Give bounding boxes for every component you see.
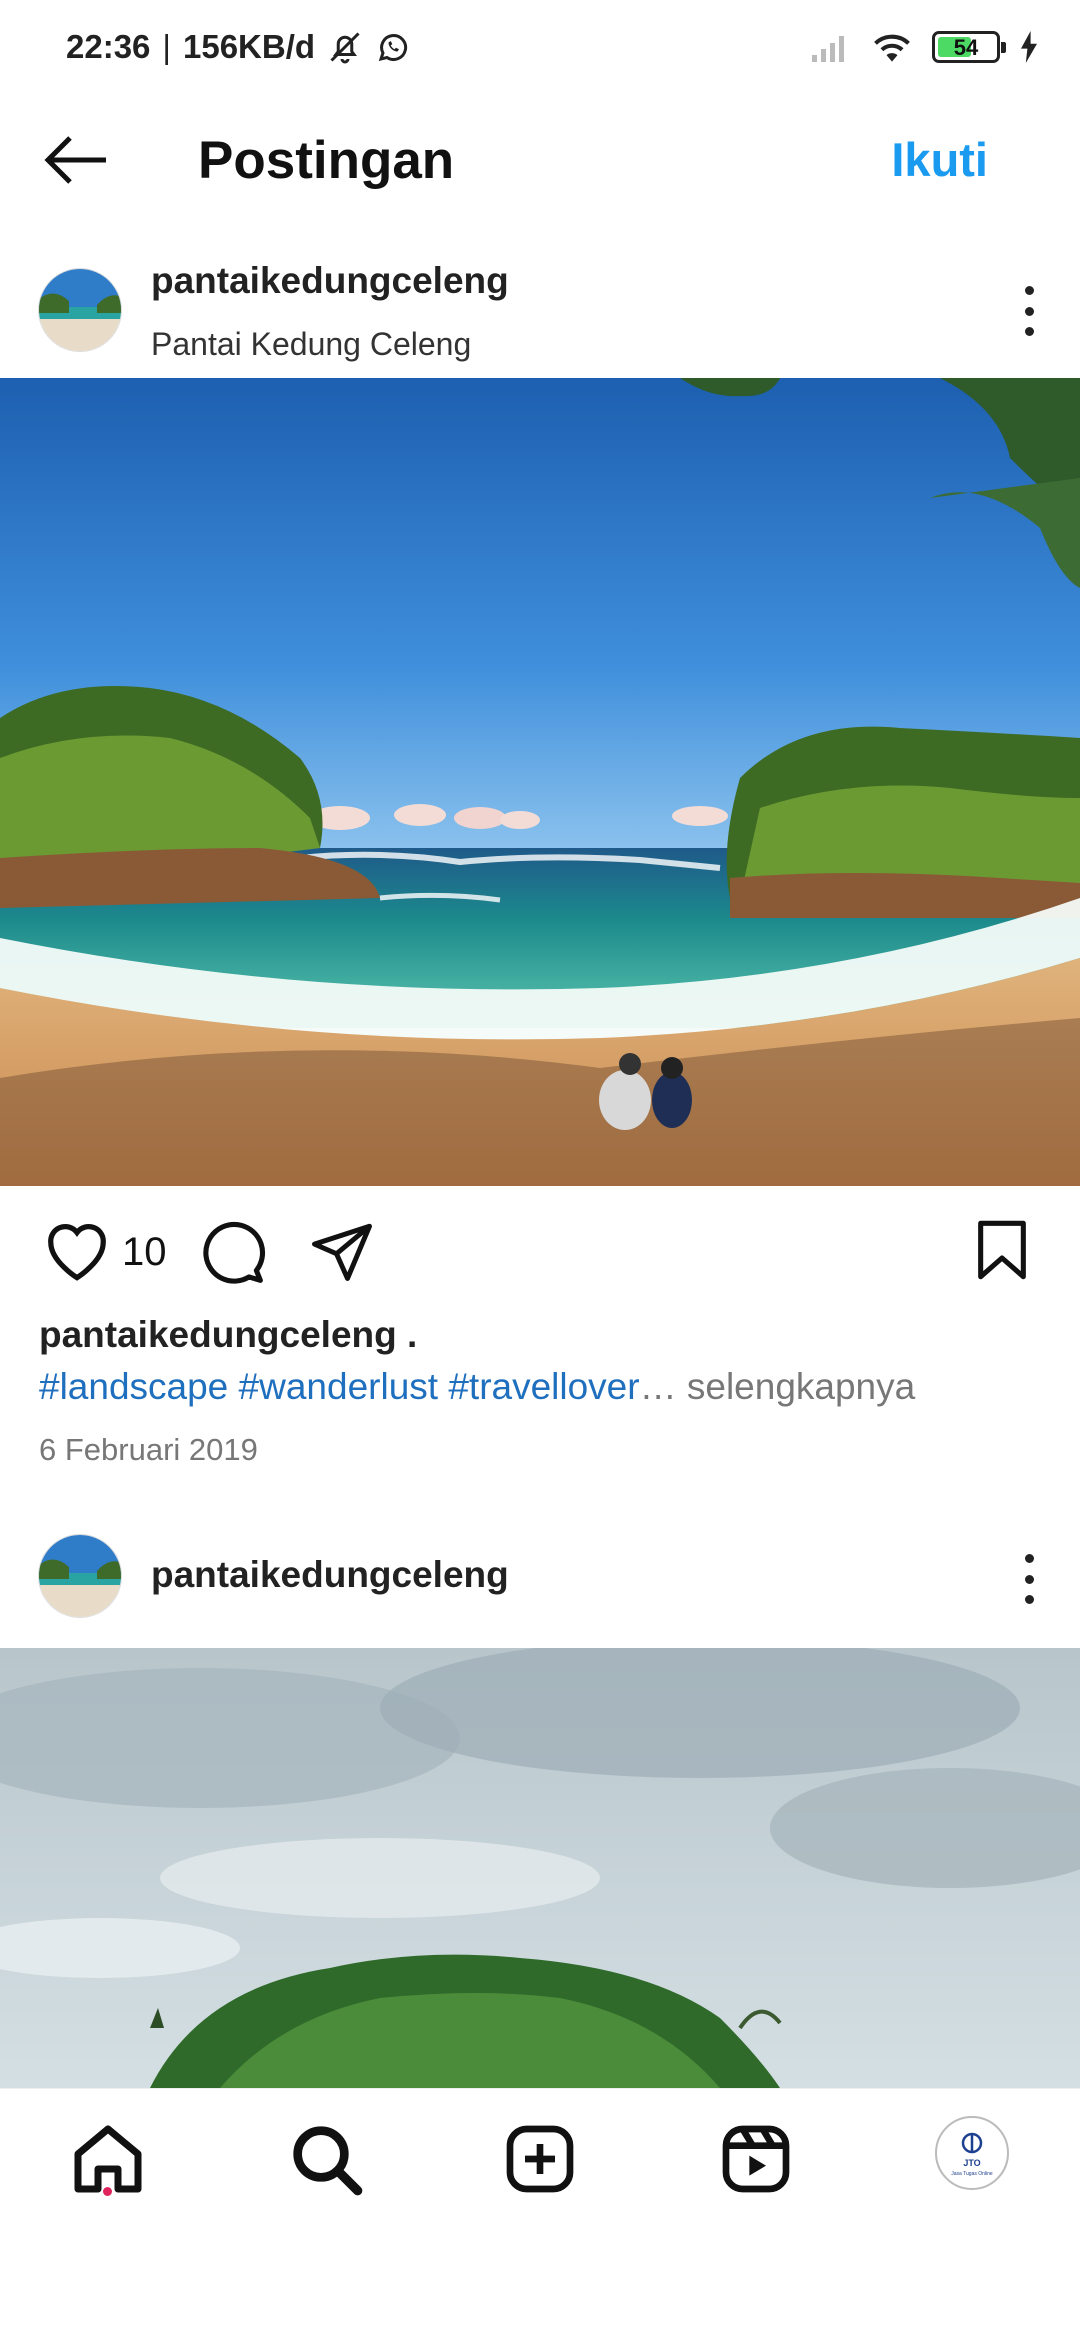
whatsapp-icon <box>378 34 408 62</box>
cloudy-hill-photo <box>0 1648 1080 2088</box>
post-photo[interactable] <box>0 1648 1080 2088</box>
bookmark-icon[interactable] <box>975 1218 1029 1282</box>
page-title: Postingan <box>198 131 455 190</box>
status-time: 22:36 <box>66 28 151 65</box>
top-bar: Postingan Ikuti <box>0 100 1080 220</box>
bottom-navigation: JTO Jasa Tugas Online <box>0 2088 1080 2340</box>
post-date: 6 Februari 2019 <box>39 1432 258 1467</box>
beach-photo <box>0 378 1080 1186</box>
more-options-icon[interactable] <box>1014 1554 1044 1604</box>
more-options-icon[interactable] <box>1014 286 1044 336</box>
share-icon[interactable] <box>308 1218 376 1284</box>
svg-text:Jasa Tugas Online: Jasa Tugas Online <box>951 2171 993 2177</box>
avatar[interactable] <box>38 1534 122 1618</box>
bell-off-icon <box>330 32 360 64</box>
post-username[interactable]: pantaikedungceleng <box>151 1554 509 1596</box>
network-speed: 156KB/d <box>182 28 316 65</box>
wifi-icon <box>874 34 910 62</box>
follow-button[interactable]: Ikuti <box>891 132 988 187</box>
notification-dot <box>103 2187 112 2196</box>
battery-icon: 54 <box>932 31 1006 63</box>
back-arrow-icon[interactable] <box>40 128 120 192</box>
post-location[interactable]: Pantai Kedung Celeng <box>151 326 471 363</box>
post-header: pantaikedungceleng Pantai Kedung Celeng <box>0 248 1080 378</box>
see-more-link[interactable]: selengkapnya <box>677 1366 915 1407</box>
signal-icon <box>812 36 844 62</box>
comment-icon[interactable] <box>198 1218 266 1286</box>
create-icon[interactable] <box>500 2119 580 2199</box>
caption: #landscape #wanderlust #travellover… sel… <box>39 1366 915 1408</box>
post-photo[interactable] <box>0 378 1080 1186</box>
status-right: 54 <box>810 30 1040 64</box>
charging-icon <box>1021 31 1037 63</box>
caption-username[interactable]: pantaikedungceleng . <box>39 1314 417 1356</box>
status-bar: 22:36 | 156KB/d 54 <box>0 0 1080 100</box>
like-count[interactable]: 10 <box>122 1230 167 1275</box>
post-actions: 10 <box>0 1200 1080 1300</box>
caption-hashtags[interactable]: #landscape #wanderlust #travellover <box>39 1366 640 1407</box>
svg-text:JTO: JTO <box>963 2158 980 2168</box>
status-left: 22:36 | 156KB/d <box>66 28 411 66</box>
post-username[interactable]: pantaikedungceleng <box>151 260 509 302</box>
jto-logo: JTO Jasa Tugas Online <box>951 2132 993 2177</box>
post-header: pantaikedungceleng <box>0 1518 1080 1648</box>
caption-ellipsis: … <box>639 1366 677 1407</box>
avatar[interactable] <box>38 268 122 352</box>
heart-icon[interactable] <box>42 1218 112 1282</box>
reels-icon[interactable] <box>716 2119 796 2199</box>
profile-avatar[interactable]: JTO Jasa Tugas Online <box>935 2116 1009 2190</box>
battery-percent: 54 <box>953 35 979 60</box>
search-icon[interactable] <box>286 2119 366 2199</box>
